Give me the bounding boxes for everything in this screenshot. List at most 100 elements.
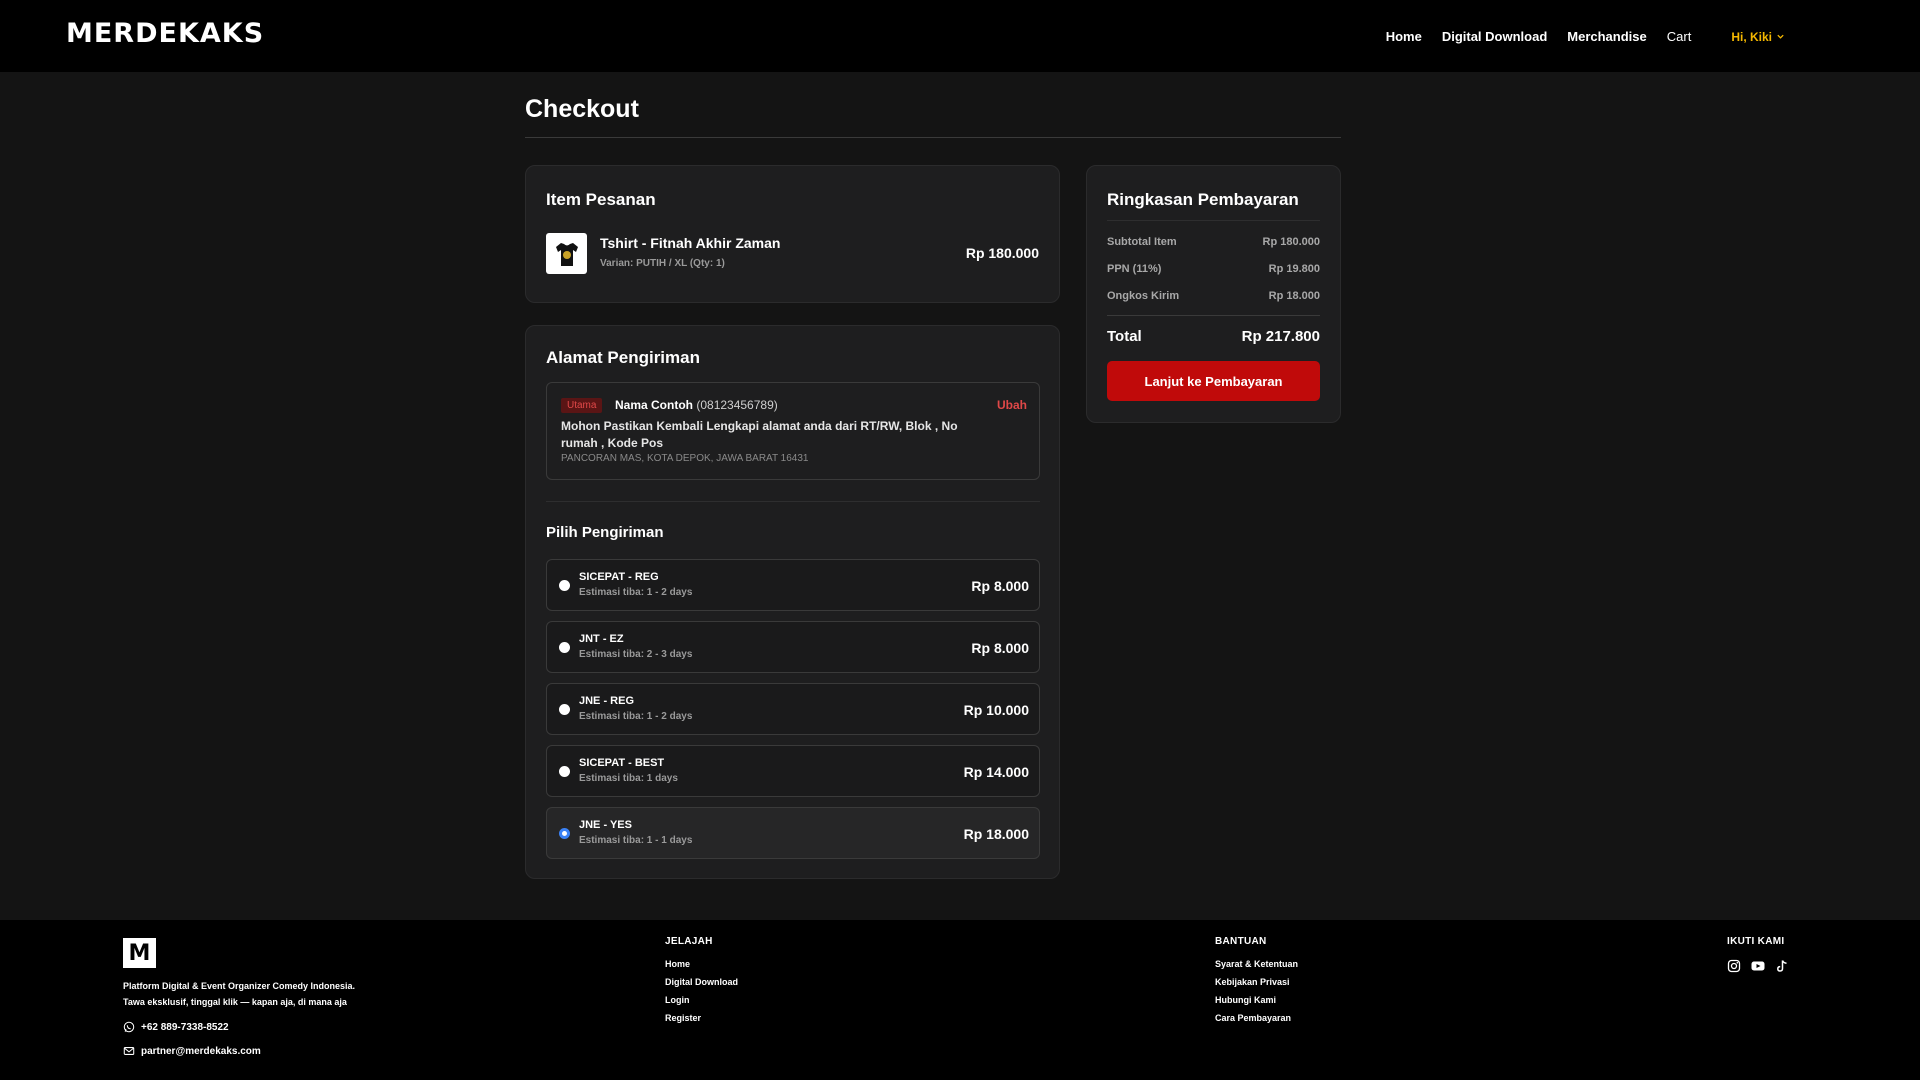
tiktok-icon[interactable]: [1775, 959, 1789, 973]
shipping-price: Rp 14.000: [963, 764, 1029, 780]
divider: [1107, 315, 1320, 316]
shipping-option[interactable]: SICEPAT - REG Estimasi tiba: 1 - 2 days …: [546, 559, 1040, 611]
main-nav: Home Digital Download Merchandise Cart H…: [1386, 29, 1785, 44]
summary-label: PPN (11%): [1107, 263, 1162, 275]
divider: [1107, 220, 1320, 221]
nav-merchandise[interactable]: Merchandise: [1567, 29, 1646, 44]
item-variant: Varian: PUTIH / XL (Qty: 1): [600, 258, 725, 269]
edit-address-link[interactable]: Ubah: [997, 398, 1027, 412]
footer-link-privacy[interactable]: Kebijakan Privasi: [1215, 977, 1298, 987]
summary-row-shipping: Ongkos Kirim Rp 18.000: [1107, 290, 1320, 302]
delivery-estimate: Estimasi tiba: 2 - 3 days: [579, 649, 693, 660]
footer-follow-title: IKUTI KAMI: [1727, 936, 1785, 947]
footer-phone[interactable]: +62 889-7338-8522: [123, 1021, 229, 1033]
footer-link-digital-download[interactable]: Digital Download: [665, 977, 738, 987]
shipping-price: Rp 10.000: [963, 702, 1029, 718]
shipping-price: Rp 18.000: [963, 826, 1029, 842]
footer-explore-column: JELAJAH Home Digital Download Login Regi…: [665, 936, 738, 1031]
courier-name: JNE - REG: [579, 695, 635, 707]
shipping-option[interactable]: JNT - EZ Estimasi tiba: 2 - 3 days Rp 8.…: [546, 621, 1040, 673]
summary-value: Rp 180.000: [1262, 236, 1320, 248]
summary-label: Subtotal Item: [1107, 236, 1177, 248]
summary-label: Ongkos Kirim: [1107, 290, 1180, 302]
recipient-name: Nama Contoh (08123456789): [615, 398, 778, 412]
courier-name: SICEPAT - REG: [579, 571, 659, 583]
address-line: Mohon Pastikan Kembali Lengkapi alamat a…: [561, 419, 958, 450]
proceed-to-payment-button[interactable]: Lanjut ke Pembayaran: [1107, 361, 1320, 401]
site-logo[interactable]: MERDEKAKS: [66, 18, 264, 49]
radio-button[interactable]: [559, 704, 570, 715]
divider: [525, 137, 1341, 138]
payment-summary-title: Ringkasan Pembayaran: [1107, 190, 1299, 209]
courier-name: SICEPAT - BEST: [579, 757, 665, 769]
radio-button[interactable]: [559, 766, 570, 777]
delivery-estimate: Estimasi tiba: 1 - 2 days: [579, 587, 693, 598]
radio-button[interactable]: [559, 580, 570, 591]
footer-link-login[interactable]: Login: [665, 995, 738, 1005]
footer-link-terms[interactable]: Syarat & Ketentuan: [1215, 959, 1298, 969]
youtube-icon[interactable]: [1751, 959, 1765, 973]
item-name: Tshirt - Fitnah Akhir Zaman: [600, 235, 781, 251]
primary-badge: Utama: [561, 398, 603, 413]
summary-value: Rp 19.800: [1268, 263, 1320, 275]
social-icons: [1727, 959, 1789, 973]
delivery-estimate: Estimasi tiba: 1 - 2 days: [579, 711, 693, 722]
nav-cart[interactable]: Cart: [1667, 29, 1692, 44]
nav-digital-download[interactable]: Digital Download: [1442, 29, 1547, 44]
footer-desc-line: Tawa eksklusif, tinggal klik — kapan aja…: [123, 997, 347, 1007]
summary-value: Rp 18.000: [1268, 290, 1320, 302]
recipient-name-text: Nama Contoh: [615, 398, 693, 412]
whatsapp-icon: [123, 1021, 135, 1033]
chevron-down-icon: [1777, 34, 1784, 39]
summary-total: Total Rp 217.800: [1107, 328, 1320, 345]
payment-summary-card: Ringkasan Pembayaran Subtotal Item Rp 18…: [1086, 165, 1341, 423]
order-items-title: Item Pesanan: [546, 190, 656, 209]
footer-social: IKUTI KAMI: [1727, 936, 1789, 973]
summary-row-tax: PPN (11%) Rp 19.800: [1107, 263, 1320, 275]
footer-help-title: BANTUAN: [1215, 936, 1267, 947]
courier-name: JNT - EZ: [579, 633, 624, 645]
footer-email[interactable]: partner@merdekaks.com: [123, 1045, 261, 1057]
footer-link-register[interactable]: Register: [665, 1013, 738, 1023]
footer-link-home[interactable]: Home: [665, 959, 738, 969]
tshirt-icon: [555, 242, 578, 266]
shipping-option[interactable]: SICEPAT - BEST Estimasi tiba: 1 days Rp …: [546, 745, 1040, 797]
user-menu[interactable]: Hi, Kiki: [1731, 30, 1785, 44]
footer-link-contact[interactable]: Hubungi Kami: [1215, 995, 1298, 1005]
total-value: Rp 217.800: [1241, 328, 1320, 345]
shipping-option[interactable]: JNE - REG Estimasi tiba: 1 - 2 days Rp 1…: [546, 683, 1040, 735]
address-box: Utama Nama Contoh (08123456789) Ubah Moh…: [546, 382, 1040, 480]
recipient-phone: (08123456789): [696, 398, 778, 412]
radio-button-selected[interactable]: [559, 828, 570, 839]
total-label: Total: [1107, 328, 1142, 345]
shipping-options-title: Pilih Pengiriman: [546, 524, 664, 541]
shipping-card: Alamat Pengiriman Utama Nama Contoh (081…: [525, 325, 1060, 879]
user-greeting: Hi, Kiki: [1731, 29, 1772, 44]
footer-help-column: BANTUAN Syarat & Ketentuan Kebijakan Pri…: [1215, 936, 1298, 1031]
product-thumbnail: [546, 233, 587, 274]
footer-email-text: partner@merdekaks.com: [141, 1045, 261, 1057]
radio-button[interactable]: [559, 642, 570, 653]
address-region: PANCORAN MAS, KOTA DEPOK, JAWA BARAT 164…: [561, 453, 809, 464]
footer-explore-title: JELAJAH: [665, 936, 713, 947]
footer-description: Platform Digital & Event Organizer Comed…: [123, 978, 355, 1010]
shipping-price: Rp 8.000: [971, 578, 1029, 594]
footer-logo[interactable]: M: [123, 938, 156, 968]
shipping-option-selected[interactable]: JNE - YES Estimasi tiba: 1 - 1 days Rp 1…: [546, 807, 1040, 859]
item-price: Rp 180.000: [965, 245, 1039, 261]
page-title: Checkout: [525, 95, 639, 123]
nav-home[interactable]: Home: [1386, 29, 1422, 44]
delivery-estimate: Estimasi tiba: 1 - 1 days: [579, 835, 693, 846]
instagram-icon[interactable]: [1727, 959, 1741, 973]
footer-link-payment-guide[interactable]: Cara Pembayaran: [1215, 1013, 1298, 1023]
top-navbar: MERDEKAKS Home Digital Download Merchand…: [0, 0, 1920, 72]
footer-phone-text: +62 889-7338-8522: [141, 1021, 229, 1033]
courier-name: JNE - YES: [579, 819, 632, 831]
delivery-estimate: Estimasi tiba: 1 days: [579, 773, 678, 784]
divider: [546, 501, 1040, 502]
shipping-price: Rp 8.000: [971, 640, 1029, 656]
mail-icon: [123, 1047, 135, 1055]
address-title: Alamat Pengiriman: [546, 348, 700, 367]
order-items-card: Item Pesanan Tshirt - Fitnah Akhir Zaman…: [525, 165, 1060, 303]
summary-row-subtotal: Subtotal Item Rp 180.000: [1107, 236, 1320, 248]
